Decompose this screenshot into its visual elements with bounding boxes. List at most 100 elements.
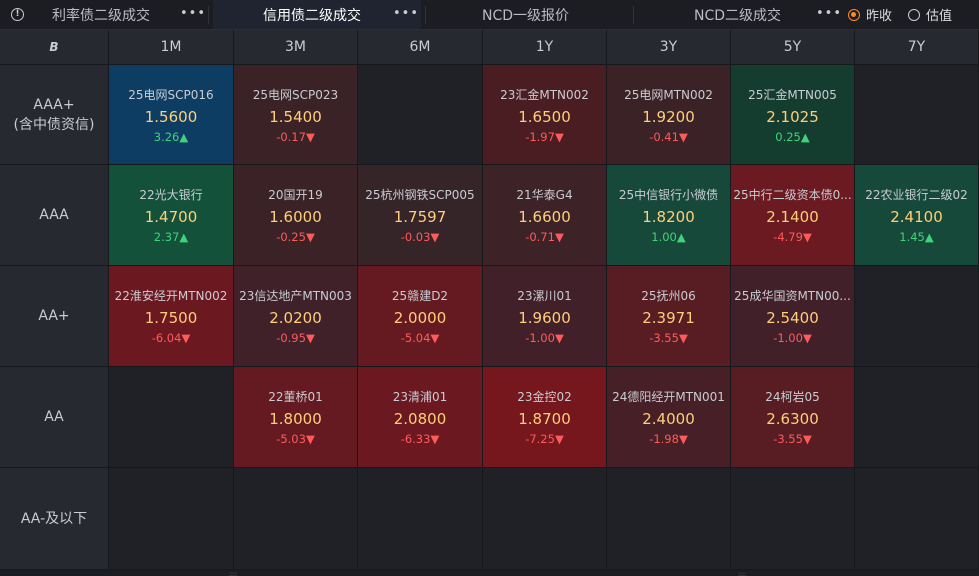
- empty-cell: [855, 468, 978, 569]
- tab-credit-secondary[interactable]: 信用债二级成交 •••: [213, 0, 421, 29]
- bond-change: -3.55▼: [649, 331, 688, 345]
- bond-cell[interactable]: 22农业银行二级02 2.4100 1.45▲: [855, 165, 978, 265]
- bond-rate: 2.4100: [890, 208, 943, 226]
- bond-rate: 1.9600: [518, 309, 571, 327]
- more-icon[interactable]: •••: [816, 6, 842, 21]
- bond-name: 25电网SCP016: [128, 87, 214, 102]
- bond-rate: 1.6500: [518, 107, 571, 126]
- bond-cell[interactable]: 21华泰G4 1.6600 -0.71▼: [483, 165, 606, 265]
- column-header: 1Y: [483, 30, 606, 64]
- bond-rate: 2.0000: [393, 309, 447, 327]
- bond-name: 23清浦01: [392, 390, 448, 404]
- bond-cell[interactable]: 22淮安经开MTN002 1.7500 -6.04▼: [109, 266, 233, 366]
- bond-name: 22光大银行: [139, 188, 203, 202]
- bond-cell[interactable]: 25杭州钢铁SCP005 1.7597 -0.03▼: [358, 165, 482, 265]
- bond-change: -0.17▼: [276, 129, 315, 144]
- tab-rates-secondary[interactable]: 利率债二级成交 •••: [34, 0, 206, 29]
- bond-cell[interactable]: 22董桥01 1.8000 -5.03▼: [234, 367, 357, 467]
- corner-logo-icon[interactable]: B: [49, 40, 58, 54]
- row-header: AAA: [0, 165, 108, 265]
- row-header-label: AAA: [39, 207, 69, 223]
- bond-cell[interactable]: 25赣建D2 2.0000 -5.04▼: [358, 266, 482, 366]
- bond-cell[interactable]: 25抚州06 2.3971 -3.55▼: [607, 266, 730, 366]
- bond-name: 25电网SCP023: [252, 87, 339, 102]
- row-header-label: (含中债资信): [13, 116, 95, 133]
- tab-label: NCD一级报价: [482, 7, 570, 24]
- tab-label: NCD二级成交: [694, 7, 782, 24]
- bond-change: -0.95▼: [276, 331, 315, 345]
- bond-change: -1.98▼: [649, 432, 688, 446]
- bond-name: 20国开19: [268, 188, 323, 202]
- bond-change: -4.79▼: [773, 230, 812, 244]
- radio-checked-icon[interactable]: [848, 8, 860, 21]
- tab-divider: [425, 6, 426, 24]
- more-icon[interactable]: •••: [393, 6, 419, 21]
- bond-change: -0.25▼: [276, 230, 315, 244]
- tab-ncd-primary[interactable]: NCD一级报价: [430, 0, 630, 29]
- bond-name: 21华泰G4: [516, 188, 573, 202]
- bond-rate: 1.7597: [393, 208, 447, 226]
- bond-rate: 2.5400: [766, 309, 819, 327]
- bond-rate: 2.6300: [766, 410, 819, 428]
- bond-cell[interactable]: 20国开19 1.6000 -0.25▼: [234, 165, 357, 265]
- row-header: AAA+ (含中债资信): [0, 65, 108, 164]
- empty-cell: [358, 65, 482, 164]
- bond-name: 25汇金MTN005: [748, 87, 837, 102]
- radio-yesterday-close[interactable]: 昨收: [848, 0, 892, 29]
- bond-cell[interactable]: 23金控02 1.8700 -7.25▼: [483, 367, 606, 467]
- resize-grip-icon[interactable]: ::::: [738, 571, 746, 576]
- empty-cell: [234, 468, 357, 569]
- bond-change: -6.04▼: [151, 331, 191, 345]
- info-icon[interactable]: !: [11, 8, 24, 21]
- bond-name: 23金控02: [517, 390, 572, 404]
- bond-cell[interactable]: 24德阳经开MTN001 2.4000 -1.98▼: [607, 367, 730, 467]
- bond-rate: 1.6000: [269, 208, 322, 226]
- bond-cell[interactable]: 25中行二级资本债0... 2.1400 -4.79▼: [731, 165, 854, 265]
- bond-change: 1.00▲: [651, 230, 686, 244]
- empty-cell: [731, 468, 854, 569]
- bond-change: 3.26▲: [153, 129, 189, 144]
- row-header-label: AA: [44, 409, 64, 425]
- bond-cell[interactable]: 23清浦01 2.0800 -6.33▼: [358, 367, 482, 467]
- bond-cell[interactable]: 22光大银行 1.4700 2.37▲: [109, 165, 233, 265]
- bond-rate: 1.5400: [269, 107, 322, 126]
- bond-name: 23汇金MTN002: [500, 87, 589, 102]
- tab-label: 信用债二级成交: [263, 7, 361, 24]
- bond-rate: 1.9200: [642, 107, 695, 126]
- column-header: 5Y: [731, 30, 854, 64]
- bond-cell[interactable]: 23信达地产MTN003 2.0200 -0.95▼: [234, 266, 357, 366]
- tab-bar: ! 利率债二级成交 ••• 信用债二级成交 ••• NCD一级报价 NCD二级成…: [0, 0, 979, 30]
- bond-cell[interactable]: 23汇金MTN002 1.6500 -1.97▼: [483, 65, 606, 164]
- empty-cell: [109, 468, 233, 569]
- resize-grip-icon[interactable]: ::::: [229, 571, 237, 576]
- bond-cell[interactable]: 25中信银行小微债 1.8200 1.00▲: [607, 165, 730, 265]
- bond-change: -5.03▼: [276, 432, 315, 446]
- empty-cell: [855, 266, 978, 366]
- bond-change: -5.04▼: [400, 331, 440, 345]
- more-icon[interactable]: •••: [180, 6, 206, 21]
- bond-rate: 1.8000: [269, 410, 322, 428]
- rating-tenor-grid: B 1M 3M 6M 1Y 3Y 5Y 7Y AAA+ (含中债资信) 25电网SCP016 1.56…: [0, 30, 979, 570]
- bond-change: -1.00▼: [525, 331, 564, 345]
- bond-name: 23漯川01: [517, 289, 572, 303]
- bond-cell[interactable]: 24柯岩05 2.6300 -3.55▼: [731, 367, 854, 467]
- bond-cell[interactable]: 23漯川01 1.9600 -1.00▼: [483, 266, 606, 366]
- radio-valuation[interactable]: 估值: [908, 0, 952, 29]
- tab-divider: [633, 6, 634, 24]
- column-header: 1M: [109, 30, 233, 64]
- radio-unchecked-icon[interactable]: [908, 8, 920, 21]
- bond-cell[interactable]: 25电网SCP016 1.5600 3.26▲: [109, 65, 233, 164]
- bond-cell[interactable]: 25汇金MTN005 2.1025 0.25▲: [731, 65, 854, 164]
- bond-cell[interactable]: 25电网MTN002 1.9200 -0.41▼: [607, 65, 730, 164]
- tab-ncd-secondary[interactable]: NCD二级成交 •••: [638, 0, 841, 29]
- bond-change: 2.37▲: [153, 230, 189, 244]
- bond-change: -0.71▼: [525, 230, 564, 244]
- bond-change: -1.97▼: [525, 129, 564, 144]
- bond-change: -7.25▼: [525, 432, 564, 446]
- bond-rate: 1.6600: [518, 208, 571, 226]
- bond-change: 0.25▲: [775, 129, 810, 144]
- bond-name: 25电网MTN002: [624, 87, 713, 102]
- bond-cell[interactable]: 25电网SCP023 1.5400 -0.17▼: [234, 65, 357, 164]
- column-header: 7Y: [855, 30, 978, 64]
- bond-cell[interactable]: 25成华国资MTN00... 2.5400 -1.00▼: [731, 266, 854, 366]
